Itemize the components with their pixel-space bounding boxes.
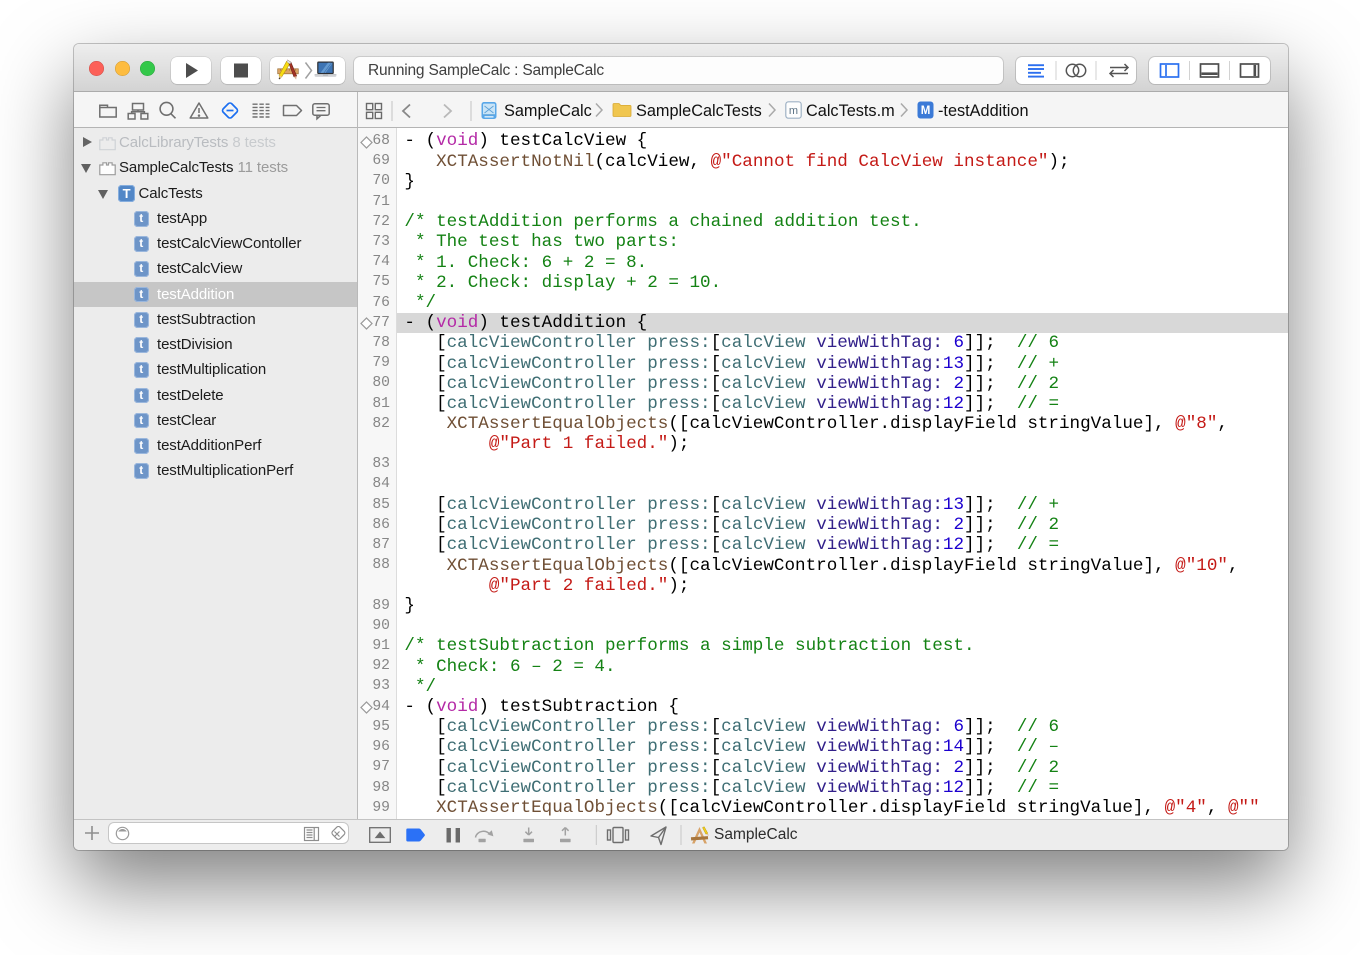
svg-text:m: m xyxy=(789,105,798,117)
svg-text:M: M xyxy=(921,105,931,117)
